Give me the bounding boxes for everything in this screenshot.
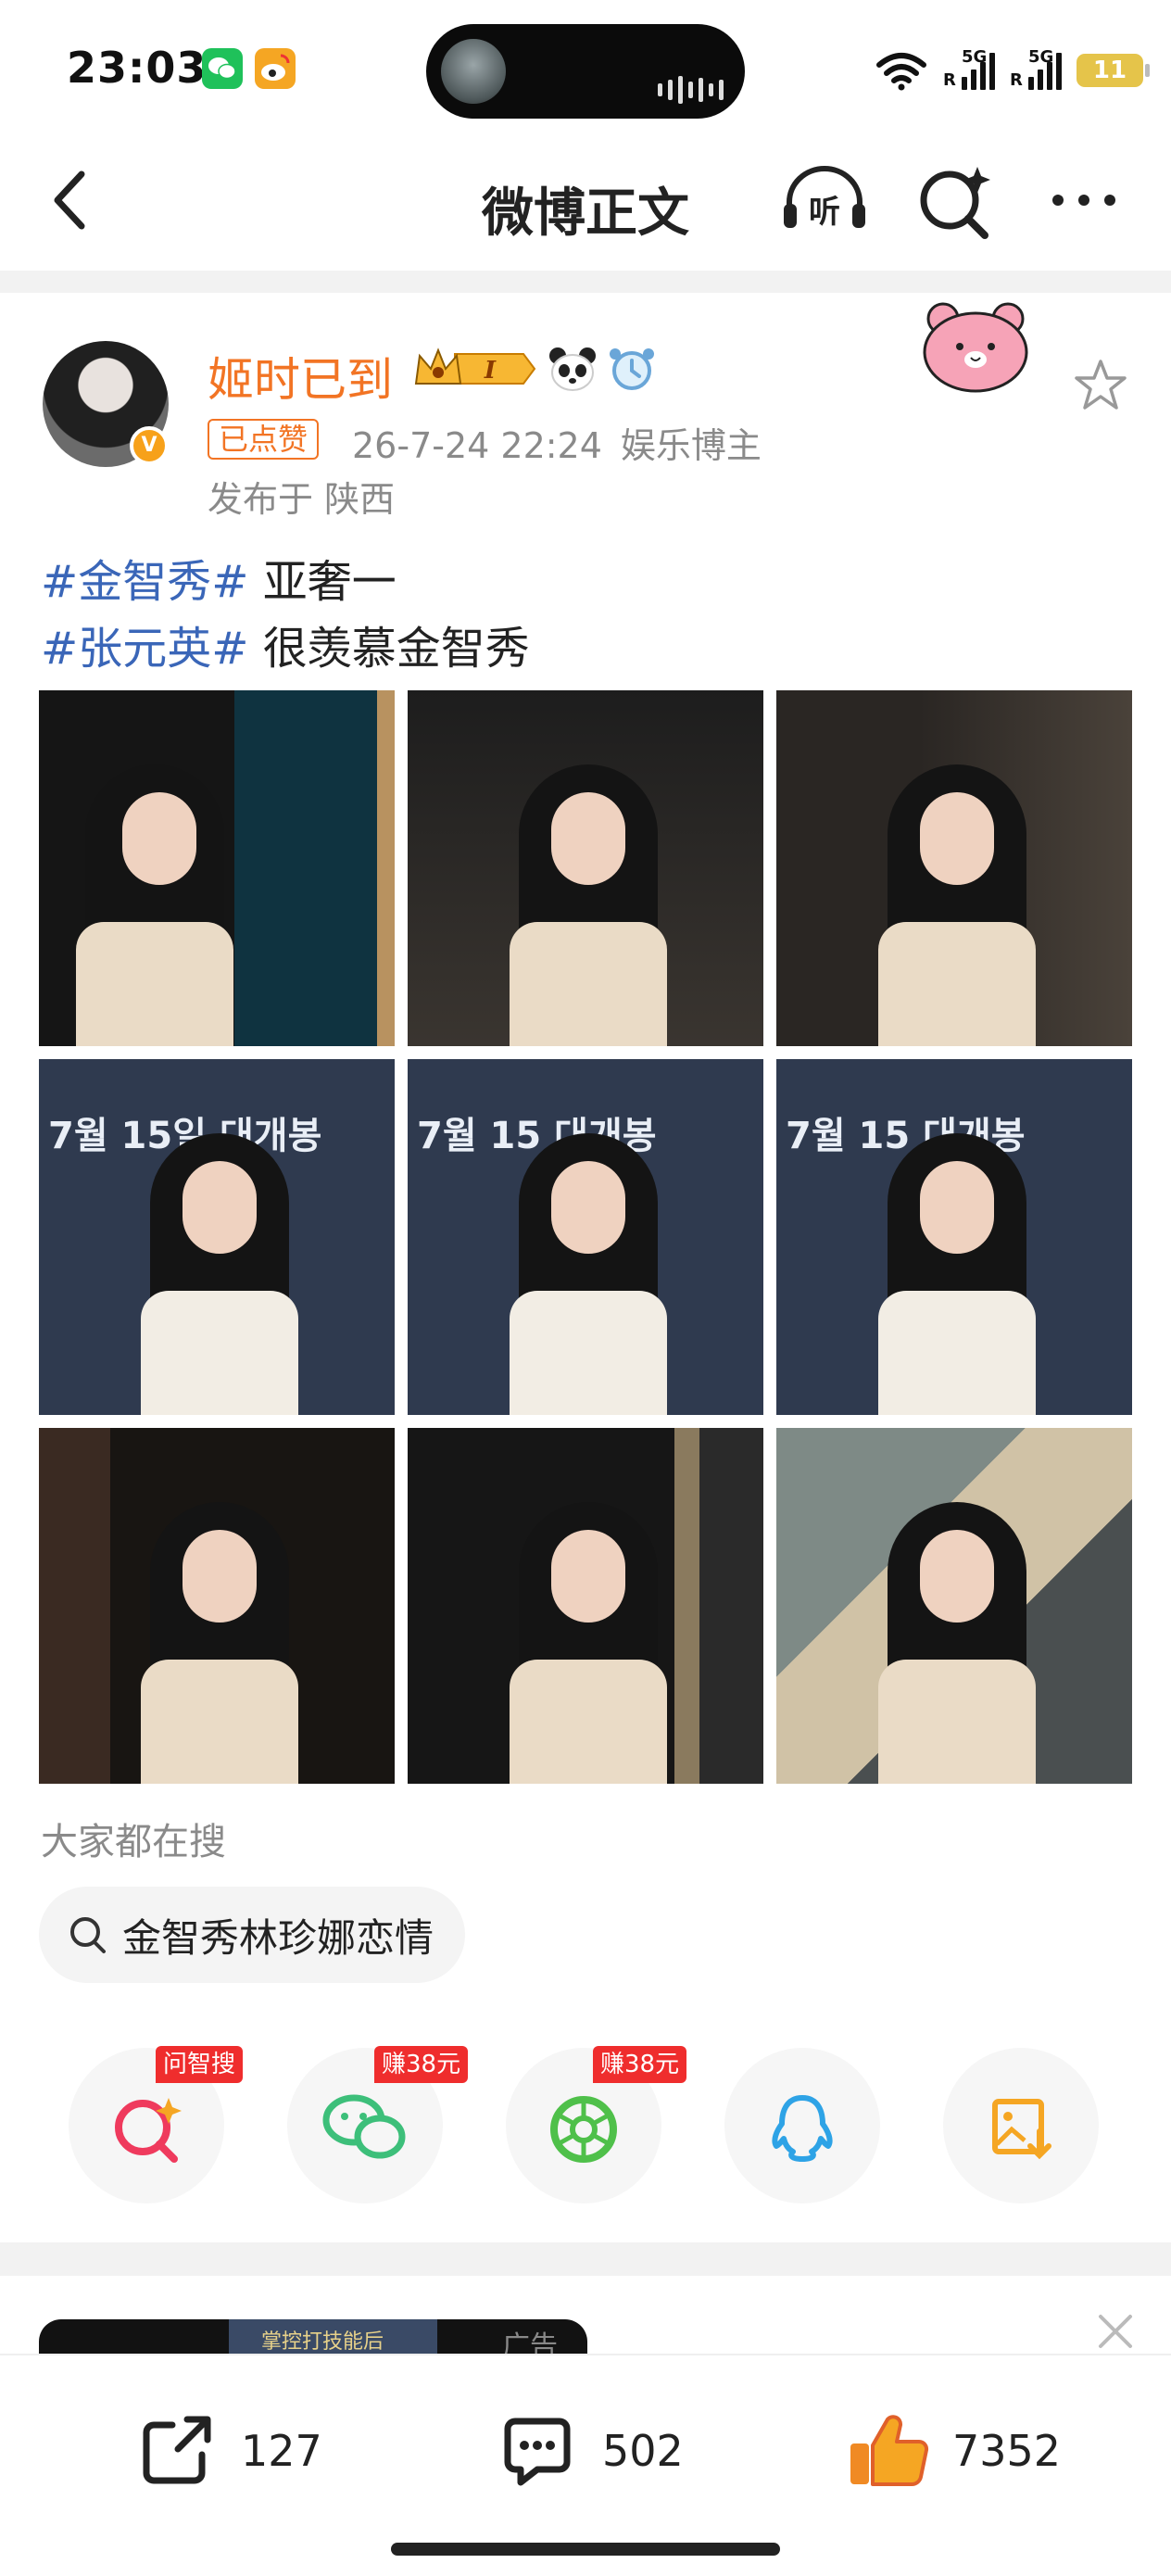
- author-name[interactable]: 姬时已到: [208, 343, 393, 410]
- post-image[interactable]: [39, 690, 395, 1046]
- post-image[interactable]: 7월 15 대개봉: [776, 1059, 1132, 1415]
- divider: [0, 2242, 1171, 2276]
- repost-count: 127: [241, 2426, 322, 2476]
- repost-icon: [143, 2416, 211, 2484]
- wifi-icon: [876, 53, 926, 91]
- share-moments-button[interactable]: 赚38元: [506, 2046, 687, 2203]
- ad-label: 广告: [502, 2330, 558, 2356]
- trending-label: 大家都在搜: [41, 1821, 226, 1863]
- share-ai-search-button[interactable]: 问智搜: [69, 2046, 244, 2203]
- post-image[interactable]: [776, 690, 1132, 1046]
- like-button[interactable]: 7352: [843, 2400, 1061, 2502]
- v-verified-icon: V: [130, 426, 169, 465]
- favorite-button[interactable]: [1071, 356, 1130, 415]
- hashtag-link[interactable]: #张元英#: [41, 623, 248, 675]
- comment-icon: [504, 2418, 571, 2486]
- listen-label: 听: [809, 194, 840, 231]
- post-image[interactable]: [39, 1428, 395, 1784]
- listen-button[interactable]: 听: [778, 163, 871, 237]
- member-badge-icon[interactable]: I: [412, 347, 537, 391]
- status-time: 23:03: [67, 43, 208, 93]
- star-icon: [1075, 360, 1127, 410]
- home-indicator[interactable]: [391, 2543, 780, 2556]
- battery-icon: 11: [1077, 54, 1150, 87]
- hashtag-link[interactable]: #金智秀#: [41, 556, 248, 608]
- post-line-text: 亚奢一: [248, 556, 397, 608]
- weibo-post-page: 23:03 R 5G R 5G 11 微博正文 听 V 姬时已到 I 已点赞 2…: [0, 0, 1171, 2576]
- trending-query: 金智秀林珍娜恋情: [122, 1914, 434, 1961]
- wechat-icon: [202, 48, 243, 89]
- share-badge: 赚38元: [593, 2046, 687, 2083]
- post-line: #金智秀# 亚奢一: [41, 549, 530, 615]
- save-image-icon: [992, 2099, 1051, 2160]
- signal-icon: R 5G: [943, 47, 995, 90]
- bottom-action-bar: 127 502 7352: [0, 2354, 1171, 2576]
- trending-search-chip[interactable]: 金智秀林珍娜恋情: [39, 1887, 466, 1983]
- share-row: 问智搜 赚38元 赚38元: [0, 2044, 1171, 2203]
- weibo-icon: [255, 48, 296, 89]
- share-wechat-button[interactable]: 赚38元: [287, 2046, 469, 2203]
- nav-bar: 微博正文 听: [0, 139, 1171, 269]
- post-image[interactable]: 7월 15 대개봉: [408, 1059, 763, 1415]
- image-grid: 7월 15일 대개봉 7월 15 대개봉 7월 15 대개봉: [39, 690, 1132, 1784]
- ad-card[interactable]: 掌控打技能后 广告: [39, 2319, 587, 2356]
- save-image-button[interactable]: [943, 2048, 1099, 2203]
- search-icon: [70, 1917, 106, 1953]
- post-body: #金智秀# 亚奢一 #张元英# 很羡慕金智秀: [41, 549, 530, 682]
- post-image[interactable]: [776, 1428, 1132, 1784]
- post-location: 发布于 陕西: [208, 479, 396, 520]
- share-badge: 问智搜: [156, 2046, 244, 2083]
- post-meta: 26-7-24 22:24 娱乐博主: [352, 417, 762, 468]
- repost-button[interactable]: 127: [132, 2400, 322, 2502]
- more-button[interactable]: [1042, 163, 1126, 237]
- post-line-text: 很羡慕金智秀: [248, 623, 530, 675]
- system-indicators: R 5G R 5G 11: [875, 43, 1150, 98]
- dynamic-island[interactable]: [426, 24, 745, 119]
- share-qq-button[interactable]: [724, 2048, 880, 2203]
- search-button[interactable]: [913, 159, 996, 243]
- share-badge: 赚38元: [374, 2046, 469, 2083]
- listen-icon: 听: [784, 166, 865, 231]
- signal-icon: R 5G: [1010, 47, 1062, 90]
- liked-status-badge: 已点赞: [208, 419, 320, 460]
- post-datetime: 26-7-24 22:24: [352, 425, 602, 466]
- alarm-clock-icon: [606, 345, 658, 393]
- post-image[interactable]: [408, 1428, 763, 1784]
- bear-sticker-icon[interactable]: [919, 298, 1032, 395]
- divider: [0, 271, 1171, 293]
- ad-text: 掌控打技能后: [261, 2330, 384, 2354]
- author-role: 娱乐博主: [620, 425, 762, 466]
- media-thumbnail: [441, 39, 506, 104]
- search-ai-icon: [920, 167, 990, 239]
- thumbs-up-icon: [850, 2415, 929, 2486]
- post-image[interactable]: [408, 690, 763, 1046]
- panda-icon: [547, 345, 598, 393]
- status-bar: 23:03 R 5G R 5G 11: [0, 0, 1171, 139]
- more-icon: [1052, 195, 1115, 206]
- audio-wave-icon: [658, 76, 724, 104]
- comment-button[interactable]: 502: [493, 2400, 684, 2502]
- badge-level: I: [484, 357, 497, 385]
- post-image[interactable]: 7월 15일 대개봉: [39, 1059, 395, 1415]
- close-icon: [1099, 2315, 1132, 2348]
- qq-icon: [772, 2095, 833, 2162]
- post-line: #张元英# 很羡慕金智秀: [41, 615, 530, 682]
- ad-close-button[interactable]: [1093, 2309, 1138, 2354]
- comment-count: 502: [602, 2426, 684, 2476]
- like-count: 7352: [952, 2426, 1062, 2476]
